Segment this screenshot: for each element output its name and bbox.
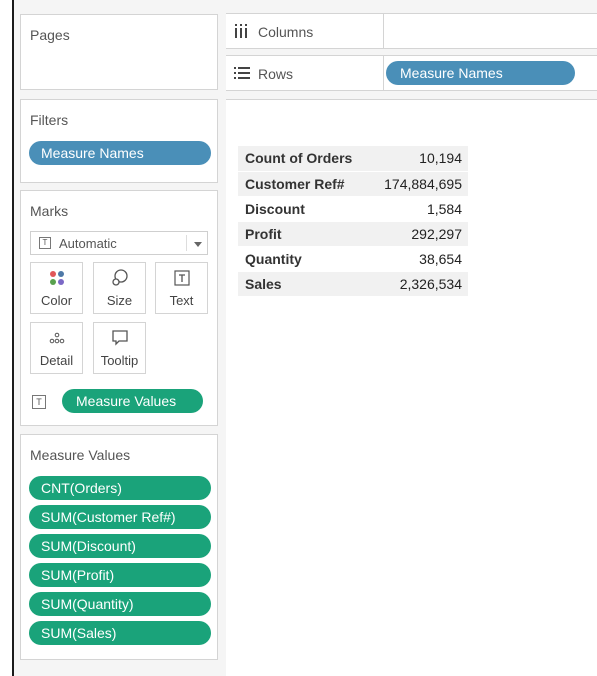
filters-title: Filters (30, 112, 69, 128)
measure-values-card: Measure Values CNT(Orders) SUM(Customer … (20, 434, 218, 660)
mark-type-dropdown[interactable]: T Automatic (30, 231, 208, 255)
measure-pill-sum-discount[interactable]: SUM(Discount) (29, 534, 211, 558)
measure-values-title: Measure Values (30, 447, 131, 463)
rows-label: Rows (258, 66, 294, 82)
row-value: 1,584 (370, 196, 468, 222)
filters-card[interactable]: Filters Measure Names (20, 99, 218, 183)
size-button[interactable]: Size (93, 262, 146, 314)
tooltip-label: Tooltip (100, 353, 139, 368)
row-header: Discount (238, 196, 371, 222)
text-mark-icon: T (39, 237, 51, 249)
text-label: Text (169, 293, 194, 308)
row-value: 292,297 (370, 221, 468, 247)
row-value: 2,326,534 (370, 271, 468, 297)
size-label: Size (106, 293, 133, 308)
color-label: Color (40, 293, 73, 308)
row-value: 10,194 (370, 146, 468, 172)
row-header: Sales (238, 271, 371, 297)
table-row: Customer Ref# 174,884,695 (238, 171, 468, 197)
columns-divider (383, 14, 384, 48)
table-row: Discount 1,584 (238, 196, 468, 222)
dropdown-separator (186, 235, 187, 251)
rows-pill-measure-names[interactable]: Measure Names (386, 61, 575, 85)
row-value: 38,654 (370, 246, 468, 272)
text-icon (156, 269, 207, 287)
table-row: Profit 292,297 (238, 221, 468, 247)
rows-divider (383, 56, 384, 90)
measure-pill-sum-profit[interactable]: SUM(Profit) (29, 563, 211, 587)
color-button[interactable]: Color (30, 262, 83, 314)
row-header: Quantity (238, 246, 371, 272)
chevron-down-icon[interactable] (194, 242, 202, 247)
text-encoding-icon[interactable]: T (32, 395, 46, 409)
detail-button[interactable]: Detail (30, 322, 83, 374)
filter-pill-measure-names[interactable]: Measure Names (29, 141, 211, 165)
marks-card: Marks T Automatic Color Size Text Detail… (20, 190, 218, 426)
measure-pill-sum-sales[interactable]: SUM(Sales) (29, 621, 211, 645)
table-row: Sales 2,326,534 (238, 271, 468, 297)
columns-shelf[interactable]: Columns (226, 13, 597, 49)
columns-icon (234, 24, 248, 41)
color-icon (31, 269, 82, 287)
row-header: Count of Orders (238, 146, 371, 172)
columns-label: Columns (258, 24, 314, 40)
mark-type-value: Automatic (59, 236, 117, 251)
row-header: Profit (238, 221, 371, 247)
marks-pill-measure-values[interactable]: Measure Values (62, 389, 203, 413)
text-button[interactable]: Text (155, 262, 208, 314)
row-value: 174,884,695 (370, 171, 468, 197)
detail-icon (31, 329, 82, 347)
measure-pill-sum-customer-ref[interactable]: SUM(Customer Ref#) (29, 505, 211, 529)
rows-icon (234, 66, 250, 82)
marks-title: Marks (30, 203, 69, 219)
measure-pill-cnt-orders[interactable]: CNT(Orders) (29, 476, 211, 500)
rows-shelf[interactable]: Rows Measure Names (226, 55, 597, 91)
pages-card[interactable]: Pages (20, 14, 218, 90)
size-icon (94, 269, 145, 287)
data-table: Count of Orders 10,194 Customer Ref# 174… (238, 146, 468, 297)
table-row: Quantity 38,654 (238, 246, 468, 272)
measure-pill-sum-quantity[interactable]: SUM(Quantity) (29, 592, 211, 616)
table-row: Count of Orders 10,194 (238, 146, 468, 172)
row-header: Customer Ref# (238, 171, 371, 197)
tooltip-icon (94, 329, 145, 347)
detail-label: Detail (39, 353, 74, 368)
pages-title: Pages (30, 27, 70, 43)
tooltip-button[interactable]: Tooltip (93, 322, 146, 374)
